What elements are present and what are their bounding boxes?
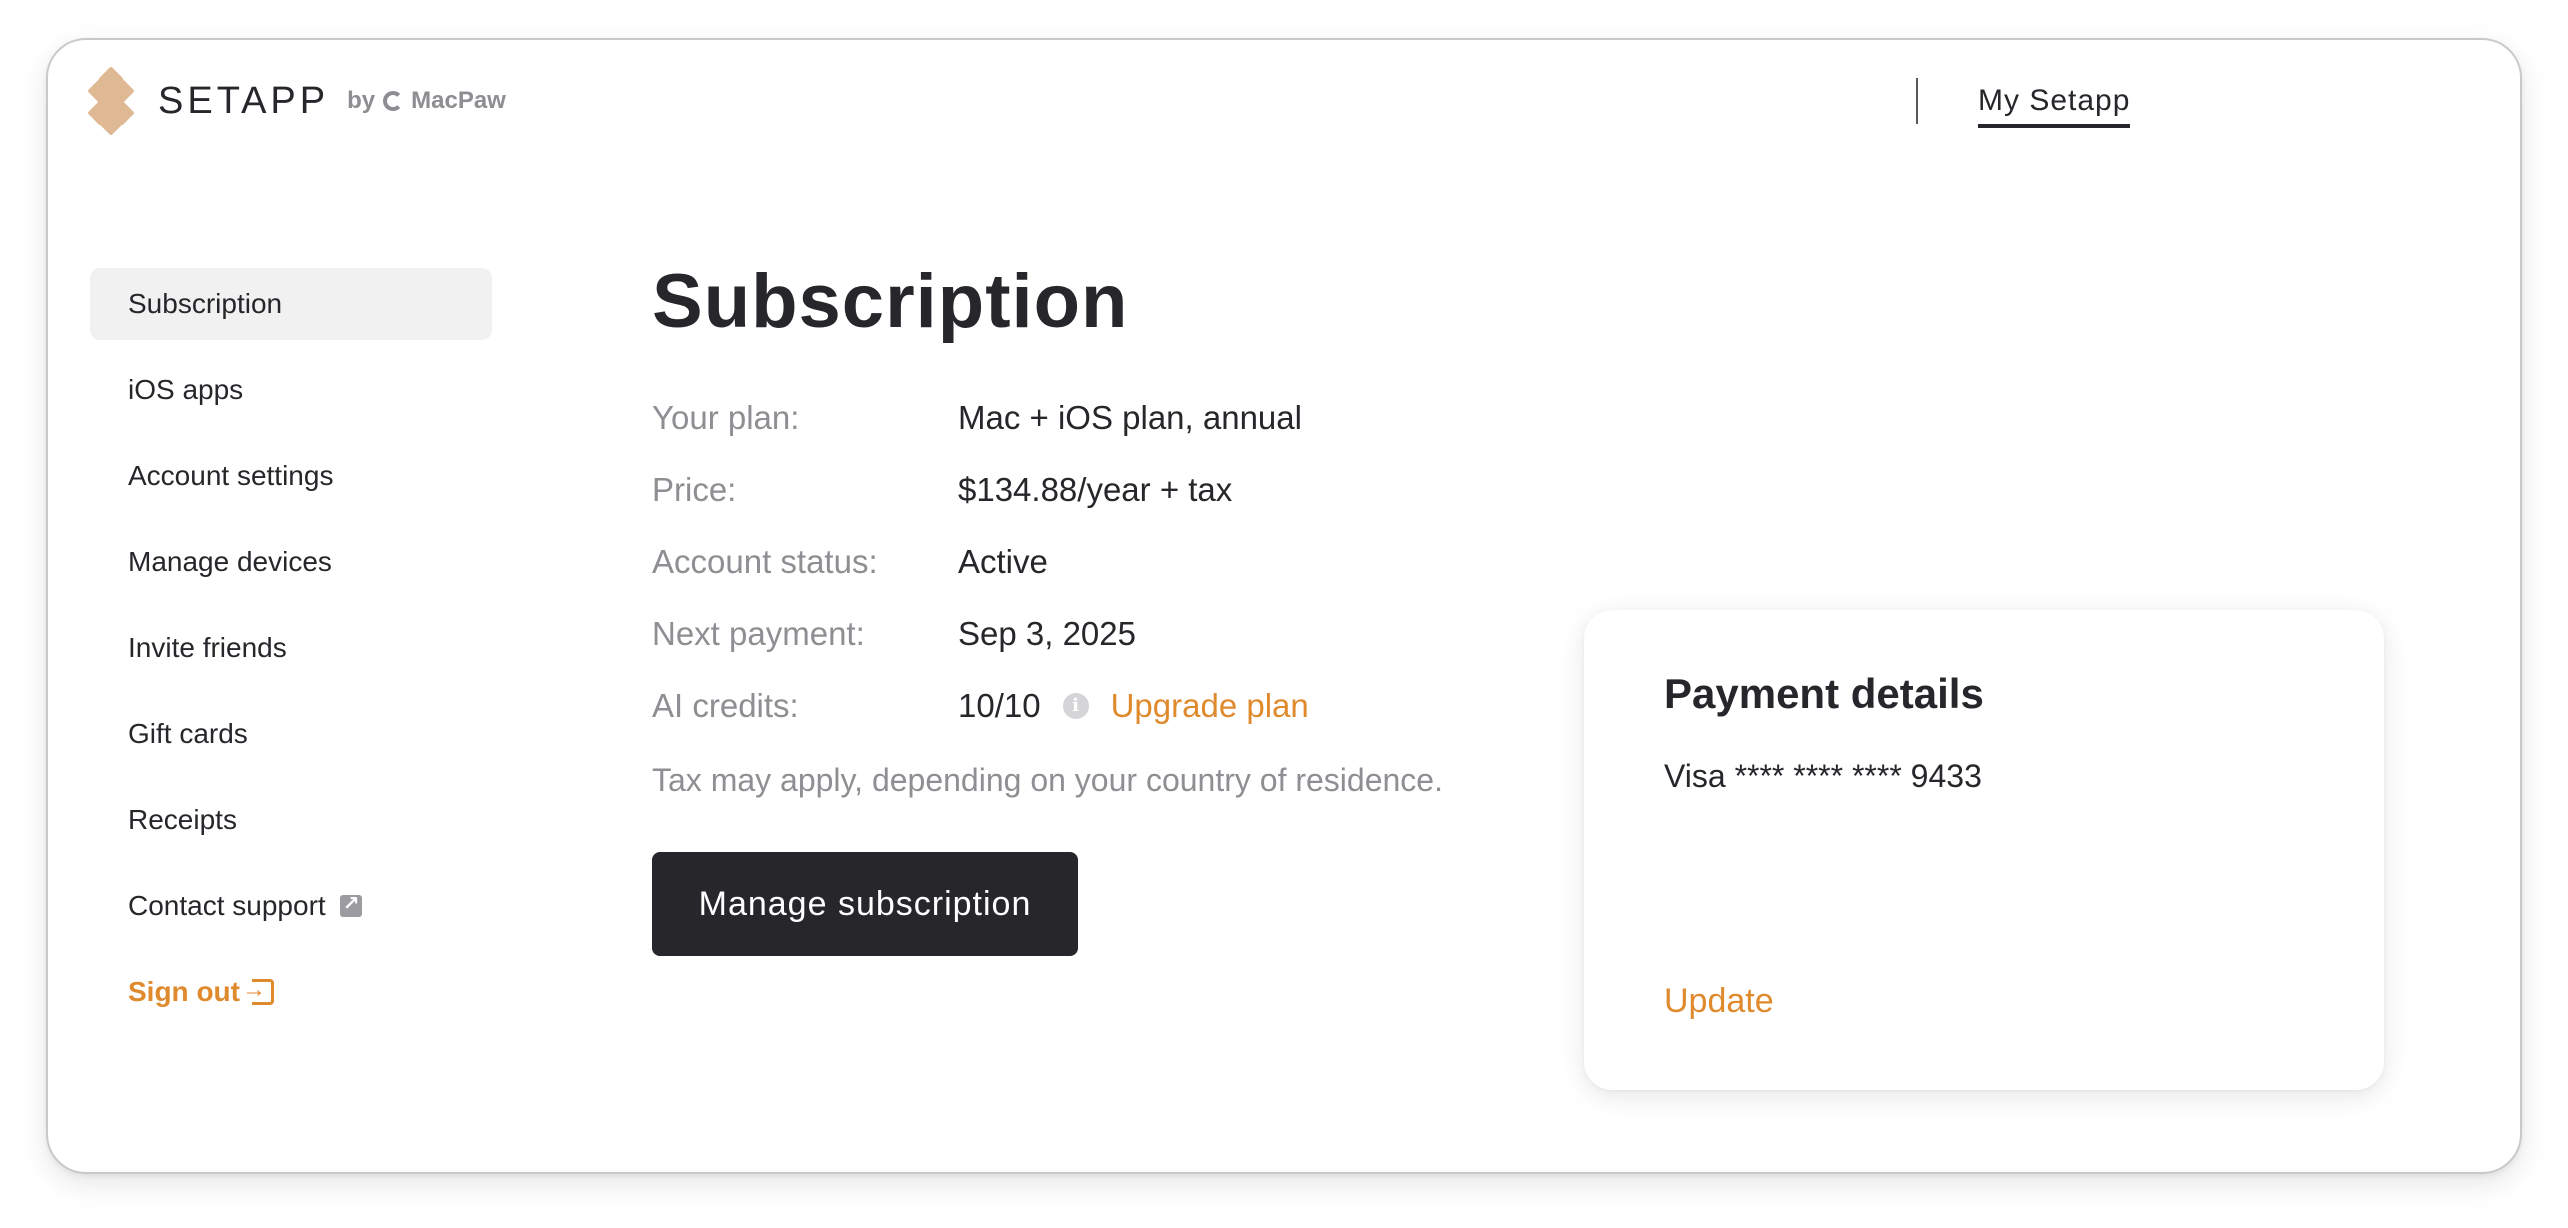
- sidebar-item-manage-devices[interactable]: Manage devices: [90, 526, 492, 598]
- detail-label: Account status:: [652, 543, 878, 580]
- detail-row-status: Account status: Active: [652, 526, 1309, 598]
- sidebar-item-gift-cards[interactable]: Gift cards: [90, 698, 492, 770]
- sidebar-item-sign-out[interactable]: Sign out: [90, 956, 492, 1028]
- page-title: Subscription: [652, 259, 1129, 344]
- info-icon[interactable]: i: [1062, 693, 1089, 719]
- nav-my-setapp[interactable]: My Setapp: [1978, 84, 2131, 128]
- tax-note: Tax may apply, depending on your country…: [652, 762, 1443, 798]
- logo-wordmark: SETAPP: [158, 79, 330, 122]
- sidebar-item-account-settings[interactable]: Account settings: [90, 440, 492, 512]
- sidebar-item-label: Subscription: [128, 288, 283, 319]
- sidebar-item-label: Gift cards: [128, 718, 248, 749]
- sidebar-item-contact-support[interactable]: Contact support: [90, 870, 492, 942]
- logo-by-text: by: [347, 87, 376, 114]
- detail-row-ai-credits: AI credits: 10/10 i Upgrade plan: [652, 670, 1309, 742]
- sidebar-item-receipts[interactable]: Receipts: [90, 784, 492, 856]
- detail-value: $134.88/year + tax: [958, 471, 1233, 508]
- macpaw-icon: [383, 91, 404, 111]
- sidebar-item-label: Invite friends: [128, 632, 287, 663]
- logo-byline: by MacPaw: [347, 87, 506, 115]
- sidebar-item-label: Manage devices: [128, 546, 332, 577]
- sidebar-item-label: Sign out: [128, 976, 240, 1007]
- sidebar-item-subscription[interactable]: Subscription: [90, 268, 492, 340]
- sidebar-item-label: iOS apps: [128, 374, 244, 405]
- setapp-logo[interactable]: SETAPP by MacPaw: [87, 66, 506, 136]
- sidebar-item-label: Contact support: [128, 890, 326, 921]
- sidebar-item-label: Account settings: [128, 460, 334, 491]
- detail-value: 10/10: [958, 687, 1041, 724]
- payment-card-number: Visa **** **** **** 9433: [1664, 758, 1982, 794]
- detail-label: Your plan:: [652, 399, 800, 436]
- detail-value: Sep 3, 2025: [958, 615, 1136, 652]
- external-link-icon: [339, 891, 362, 917]
- app-window: SETAPP by MacPaw My Setapp Subscription …: [46, 38, 2522, 1174]
- subscription-details: Your plan: Mac + iOS plan, annual Price:…: [652, 382, 1309, 742]
- sign-out-icon: [242, 976, 274, 1005]
- detail-value: Active: [958, 543, 1048, 580]
- detail-row-plan: Your plan: Mac + iOS plan, annual: [652, 382, 1309, 454]
- manage-subscription-button[interactable]: Manage subscription: [652, 852, 1078, 956]
- header: SETAPP by MacPaw My Setapp: [48, 40, 2520, 200]
- payment-details-title: Payment details: [1664, 670, 1984, 717]
- setapp-logo-icon: [87, 66, 135, 136]
- detail-row-price: Price: $134.88/year + tax: [652, 454, 1309, 526]
- sidebar: Subscription iOS apps Account settings M…: [90, 268, 492, 1042]
- update-payment-link[interactable]: Update: [1664, 982, 1774, 1021]
- payment-details-card: Payment details Visa **** **** **** 9433…: [1584, 610, 2384, 1090]
- detail-label: AI credits:: [652, 687, 799, 724]
- detail-label: Next payment:: [652, 615, 865, 652]
- detail-row-next-payment: Next payment: Sep 3, 2025: [652, 598, 1309, 670]
- sidebar-item-invite-friends[interactable]: Invite friends: [90, 612, 492, 684]
- detail-value: Mac + iOS plan, annual: [958, 399, 1302, 436]
- sidebar-item-label: Receipts: [128, 804, 237, 835]
- detail-label: Price:: [652, 471, 737, 508]
- header-divider: [1916, 78, 1918, 124]
- sidebar-item-ios-apps[interactable]: iOS apps: [90, 354, 492, 426]
- logo-company-text: MacPaw: [411, 87, 506, 114]
- upgrade-plan-link[interactable]: Upgrade plan: [1111, 687, 1309, 725]
